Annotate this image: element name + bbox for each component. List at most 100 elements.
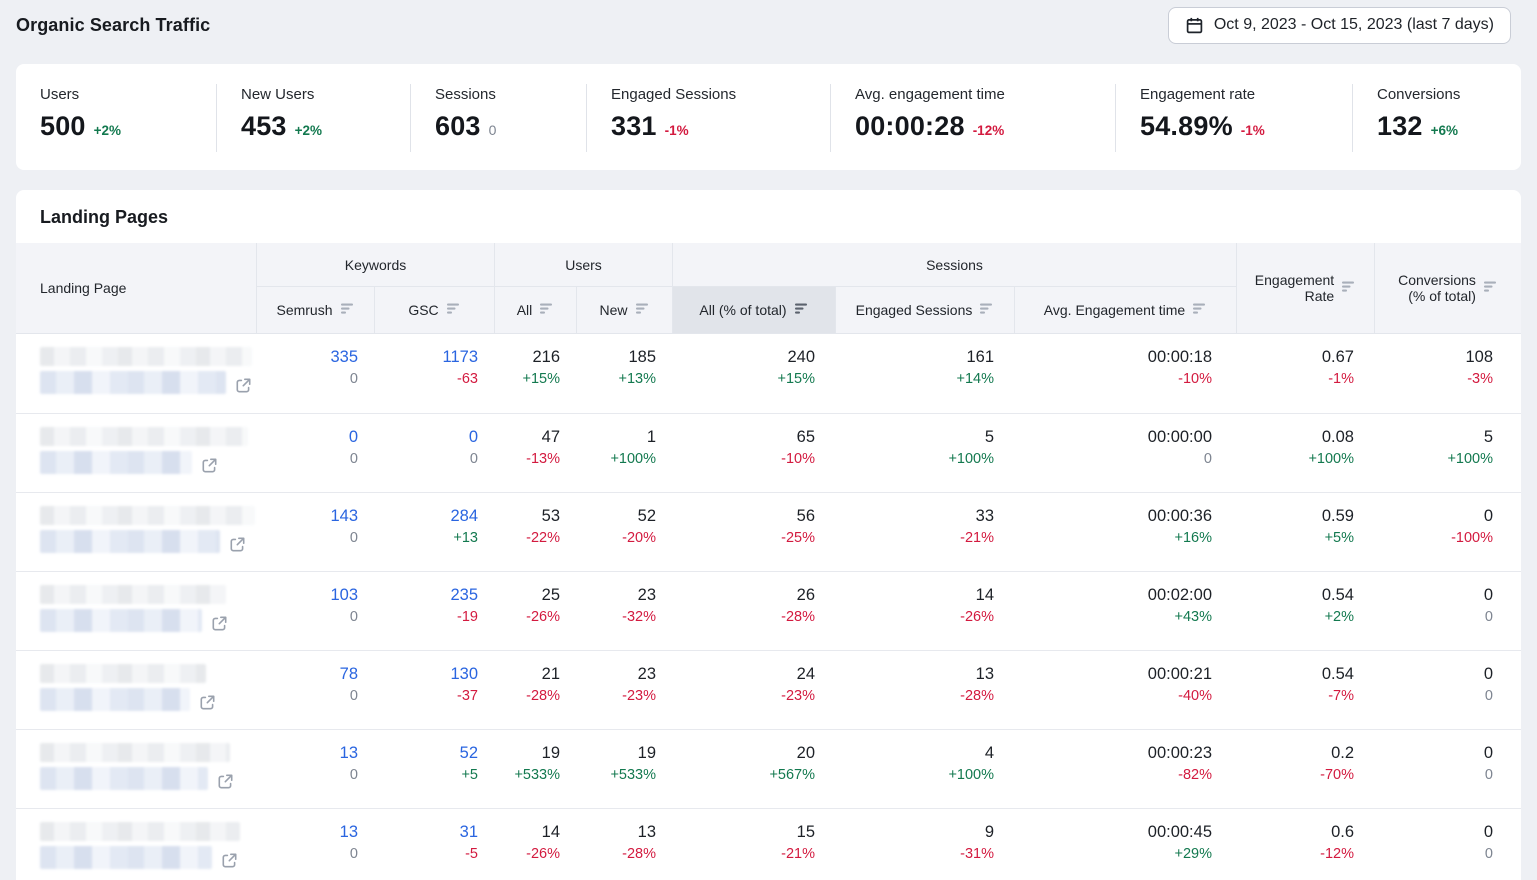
- metric-value-link[interactable]: 284: [374, 507, 478, 526]
- metric-value: 0.67: [1236, 348, 1354, 367]
- metric-value-link[interactable]: 103: [256, 586, 358, 605]
- sort-icon[interactable]: [1483, 280, 1498, 296]
- sort-icon[interactable]: [635, 302, 650, 318]
- landing-page-cell[interactable]: [16, 809, 256, 880]
- metric-change: -21%: [672, 846, 815, 862]
- metric-value-link[interactable]: 1173: [374, 348, 478, 367]
- metric-change: +29%: [1014, 846, 1212, 862]
- external-link-icon[interactable]: [199, 694, 216, 711]
- metric-value: 0: [1374, 744, 1493, 763]
- column-header-users-all[interactable]: All: [494, 287, 576, 333]
- metric-cell: 3350: [256, 334, 374, 413]
- metric-change: -12%: [1236, 846, 1354, 862]
- metric-change: -19: [374, 609, 478, 625]
- stat-change: -1%: [665, 123, 689, 138]
- external-link-icon[interactable]: [217, 773, 234, 790]
- metric-change: -100%: [1374, 530, 1493, 546]
- metric-value: 15: [672, 823, 815, 842]
- metric-change: 0: [256, 688, 358, 704]
- sort-icon[interactable]: [539, 302, 554, 318]
- metric-change: -28%: [494, 688, 560, 704]
- metric-change: -20%: [576, 530, 656, 546]
- metric-cell: 0.54+2%: [1236, 572, 1374, 650]
- stat-users: Users 500+2%: [16, 84, 216, 152]
- external-link-icon[interactable]: [211, 615, 228, 632]
- landing-page-cell[interactable]: [16, 493, 256, 571]
- metric-cell: 0.54-7%: [1236, 651, 1374, 729]
- metric-value-link[interactable]: 0: [256, 428, 358, 447]
- metric-change: +16%: [1014, 530, 1212, 546]
- metric-value: 47: [494, 428, 560, 447]
- metric-cell: 240+15%: [672, 334, 835, 413]
- metric-value-link[interactable]: 235: [374, 586, 478, 605]
- metric-change: -37: [374, 688, 478, 704]
- column-header-avg-engagement-time[interactable]: Avg. Engagement time: [1014, 287, 1236, 333]
- metric-change: -13%: [494, 451, 560, 467]
- metric-cell: 0.67-1%: [1236, 334, 1374, 413]
- metric-value-link[interactable]: 0: [374, 428, 478, 447]
- metric-cell: 00: [374, 414, 494, 492]
- table-row: 1030235-1925-26%23-32%26-28%14-26%00:02:…: [16, 571, 1521, 650]
- metric-cell: 9-31%: [835, 809, 1014, 880]
- calendar-icon: [1185, 16, 1204, 35]
- external-link-icon[interactable]: [229, 536, 246, 553]
- metric-value: 0.59: [1236, 507, 1354, 526]
- metric-change: +533%: [576, 767, 656, 783]
- external-link-icon[interactable]: [201, 457, 218, 474]
- external-link-icon[interactable]: [221, 852, 238, 869]
- column-header-users-new[interactable]: New: [576, 287, 672, 333]
- date-range-button[interactable]: Oct 9, 2023 - Oct 15, 2023 (last 7 days): [1168, 7, 1511, 44]
- metric-change: -10%: [672, 451, 815, 467]
- sort-icon[interactable]: [340, 302, 355, 318]
- metric-change: +5%: [1236, 530, 1354, 546]
- metric-cell: 5+100%: [1374, 414, 1521, 492]
- metric-value: 216: [494, 348, 560, 367]
- metric-cell: 00: [1374, 572, 1521, 650]
- column-header-gsc[interactable]: GSC: [374, 287, 494, 333]
- metric-value-link[interactable]: 13: [256, 823, 358, 842]
- metric-value: 4: [835, 744, 994, 763]
- metric-value: 20: [672, 744, 815, 763]
- metric-value-link[interactable]: 52: [374, 744, 478, 763]
- stat-engagement-rate: Engagement rate 54.89%-1%: [1115, 84, 1352, 152]
- metric-value-link[interactable]: 13: [256, 744, 358, 763]
- metric-change: +100%: [835, 767, 994, 783]
- sort-icon[interactable]: [446, 302, 461, 318]
- metric-cell: 25-26%: [494, 572, 576, 650]
- metric-value-link[interactable]: 143: [256, 507, 358, 526]
- metric-change: -3%: [1374, 371, 1493, 387]
- landing-page-cell[interactable]: [16, 651, 256, 729]
- sort-icon[interactable]: [1192, 302, 1207, 318]
- metric-cell: 00: [1374, 730, 1521, 808]
- sort-icon-active[interactable]: [794, 302, 809, 318]
- landing-page-cell[interactable]: [16, 334, 256, 413]
- metric-change: 0: [1374, 609, 1493, 625]
- metric-value-link[interactable]: 31: [374, 823, 478, 842]
- metric-cell: 53-22%: [494, 493, 576, 571]
- metric-change: -21%: [835, 530, 994, 546]
- column-header-engaged-sessions[interactable]: Engaged Sessions: [835, 287, 1014, 333]
- sort-icon[interactable]: [979, 302, 994, 318]
- landing-page-cell[interactable]: [16, 730, 256, 808]
- table-row: 000047-13%1+100%65-10%5+100%00:00:0000.0…: [16, 413, 1521, 492]
- sort-icon[interactable]: [1341, 280, 1356, 296]
- column-header-sessions-all-pct[interactable]: All (% of total): [672, 287, 835, 333]
- metric-cell: 0.2-70%: [1236, 730, 1374, 808]
- column-header-semrush[interactable]: Semrush: [256, 287, 374, 333]
- metric-value: 0.54: [1236, 665, 1354, 684]
- landing-page-cell[interactable]: [16, 414, 256, 492]
- metric-value-link[interactable]: 130: [374, 665, 478, 684]
- metric-value-link[interactable]: 335: [256, 348, 358, 367]
- column-header-engagement-rate[interactable]: Engagement Rate: [1236, 243, 1374, 333]
- metric-cell: 185+13%: [576, 334, 672, 413]
- metric-value-link[interactable]: 78: [256, 665, 358, 684]
- stat-conversions: Conversions 132+6%: [1352, 84, 1521, 152]
- column-header-conversions[interactable]: Conversions (% of total): [1374, 243, 1521, 333]
- stat-change: 0: [489, 122, 497, 138]
- redacted-page-url: [40, 767, 208, 790]
- metric-value: 00:00:18: [1014, 348, 1212, 367]
- table-header: Landing Page Keywords Users Sessions Sem…: [16, 243, 1521, 334]
- metric-cell: 19+533%: [576, 730, 672, 808]
- external-link-icon[interactable]: [235, 377, 252, 394]
- landing-page-cell[interactable]: [16, 572, 256, 650]
